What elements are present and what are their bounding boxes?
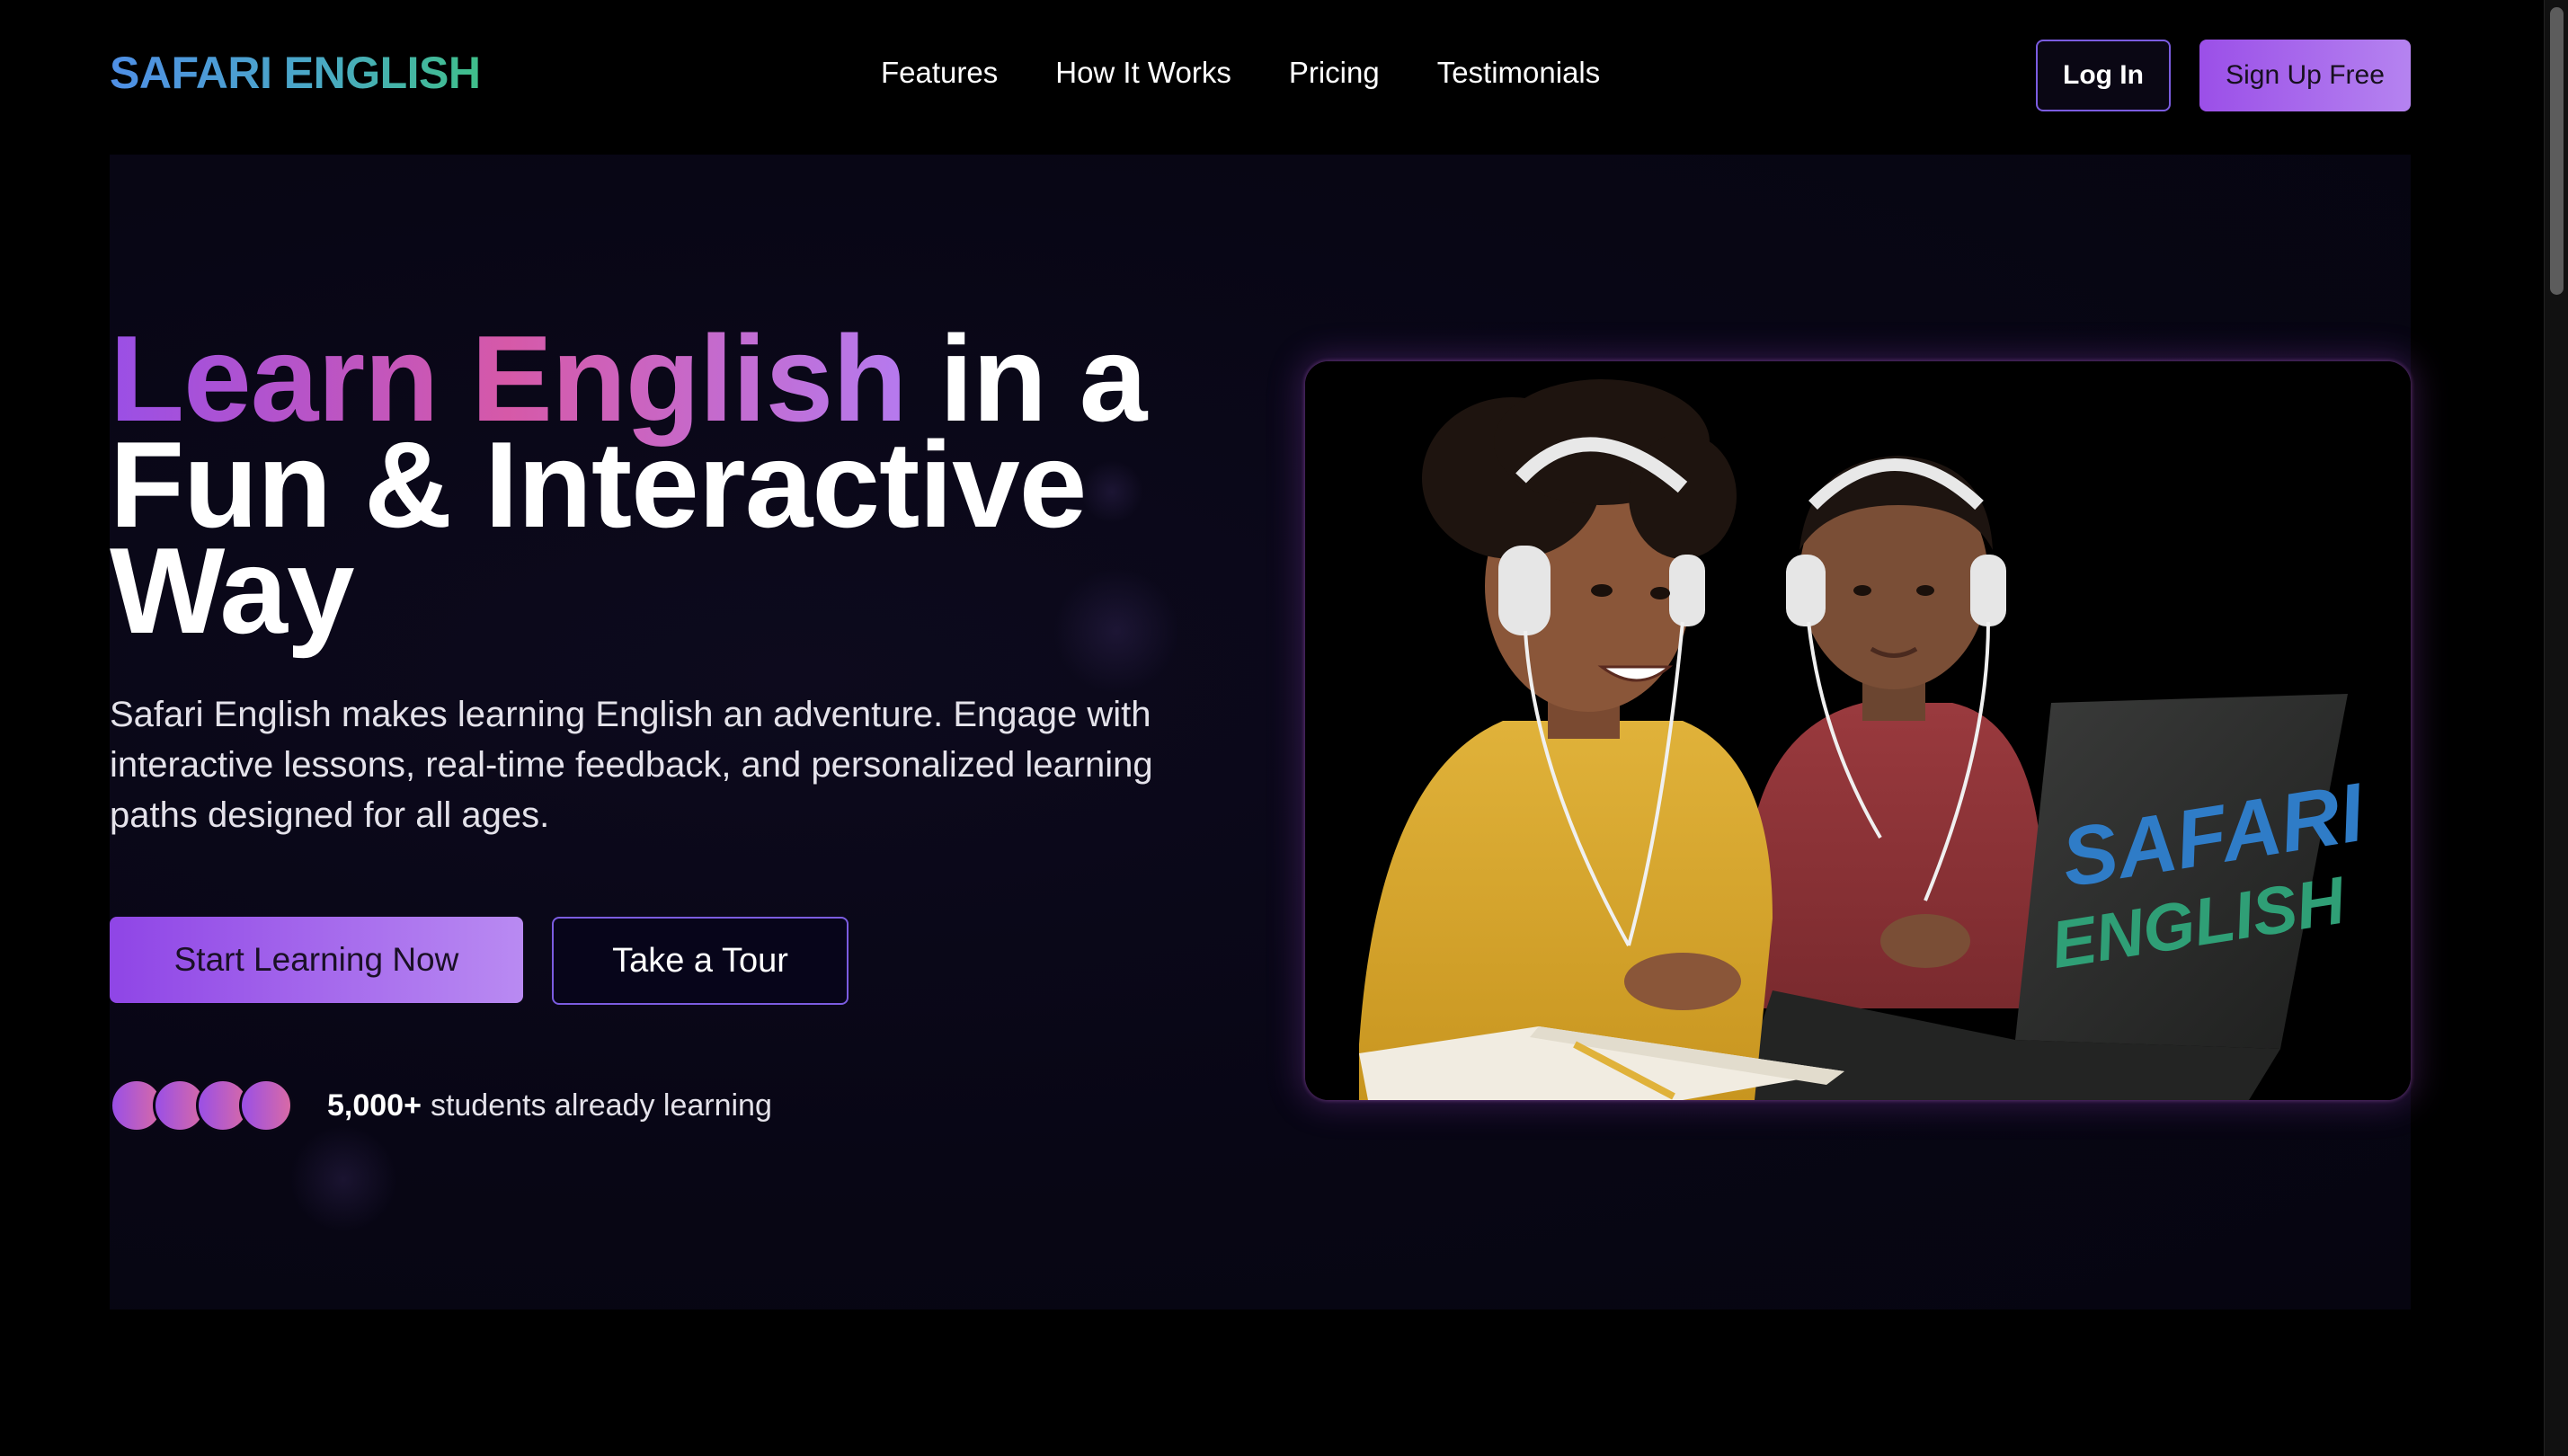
decorative-glow bbox=[289, 1125, 397, 1233]
nav-link-how-it-works[interactable]: How It Works bbox=[1055, 56, 1231, 90]
nav-link-pricing[interactable]: Pricing bbox=[1289, 56, 1380, 90]
avatar bbox=[239, 1079, 293, 1132]
scrollbar-thumb[interactable] bbox=[2550, 7, 2564, 295]
hero-image: SAFARI ENGLISH bbox=[1305, 361, 2411, 1100]
login-button[interactable]: Log In bbox=[2036, 40, 2171, 111]
brand-logo[interactable]: SAFARI ENGLISH bbox=[110, 47, 481, 99]
social-proof: 5,000+ students already learning bbox=[110, 1079, 772, 1132]
student-count: 5,000+ bbox=[327, 1088, 422, 1123]
take-tour-button[interactable]: Take a Tour bbox=[552, 917, 849, 1005]
nav-link-testimonials[interactable]: Testimonials bbox=[1437, 56, 1601, 90]
landing-page: SAFARI ENGLISH Features How It Works Pri… bbox=[0, 0, 2568, 1456]
signup-button[interactable]: Sign Up Free bbox=[2199, 40, 2411, 111]
nav-links: Features How It Works Pricing Testimonia… bbox=[881, 56, 1600, 90]
start-learning-button[interactable]: Start Learning Now bbox=[110, 917, 523, 1003]
hero-subtext: Safari English makes learning English an… bbox=[110, 695, 1153, 835]
nav-link-features[interactable]: Features bbox=[881, 56, 998, 90]
avatar-stack bbox=[110, 1079, 295, 1132]
top-navigation: SAFARI ENGLISH Features How It Works Pri… bbox=[0, 0, 2544, 153]
hero-section: Learn English in a Fun & Interactive Way… bbox=[110, 155, 2411, 1310]
hero-headline: Learn English in a Fun & Interactive Way bbox=[110, 317, 1233, 652]
kids-learning-illustration: SAFARI ENGLISH bbox=[1305, 361, 2411, 1100]
headline-text-3: Way bbox=[110, 522, 355, 659]
student-count-label: students already learning bbox=[430, 1088, 772, 1123]
page-scrollbar[interactable] bbox=[2544, 0, 2568, 1456]
